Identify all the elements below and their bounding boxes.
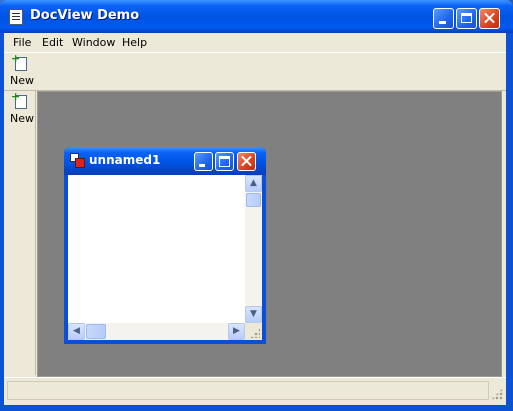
scroll-down-button[interactable]: ▼ xyxy=(245,306,262,323)
vertical-new-button[interactable]: New xyxy=(6,91,36,127)
status-field xyxy=(7,381,489,400)
status-bar xyxy=(4,377,506,404)
title-bar[interactable]: DocView Demo xyxy=(0,0,513,33)
menu-edit[interactable]: Edit xyxy=(42,36,63,49)
new-document-icon xyxy=(11,53,27,71)
child-size-grip[interactable] xyxy=(245,323,262,340)
app-document-icon[interactable] xyxy=(9,9,23,25)
menu-file[interactable]: File xyxy=(13,36,31,49)
horizontal-scroll-thumb[interactable] xyxy=(86,324,106,339)
resize-grip-icon xyxy=(250,328,260,338)
child-maximize-button[interactable] xyxy=(215,152,234,171)
close-button[interactable] xyxy=(479,8,500,29)
close-icon xyxy=(480,9,499,28)
scroll-up-button[interactable]: ▲ xyxy=(245,175,262,192)
child-window: unnamed1 ▲ ▼ ◀ ▶ xyxy=(64,147,266,344)
maximize-icon xyxy=(461,13,472,23)
child-title-bar[interactable]: unnamed1 xyxy=(64,147,266,175)
main-window: DocView Demo File Edit Window Help New xyxy=(0,0,513,411)
maximize-icon xyxy=(219,156,230,167)
minimize-button[interactable] xyxy=(433,8,454,29)
vertical-scroll-thumb[interactable] xyxy=(246,193,261,207)
minimize-icon xyxy=(439,21,446,24)
vertical-new-button-label: New xyxy=(10,112,34,125)
vertical-scrollbar[interactable]: ▲ ▼ xyxy=(245,175,262,323)
child-close-button[interactable] xyxy=(237,152,256,171)
child-minimize-button[interactable] xyxy=(194,152,213,171)
minimize-icon xyxy=(199,164,205,167)
menu-bar: File Edit Window Help xyxy=(4,33,506,53)
document-text-area[interactable] xyxy=(68,175,245,323)
menu-window[interactable]: Window xyxy=(72,36,115,49)
close-icon xyxy=(238,153,255,170)
scroll-right-button[interactable]: ▶ xyxy=(228,323,245,340)
client-area: File Edit Window Help New New xyxy=(4,33,506,405)
horizontal-scrollbar[interactable]: ◀ ▶ xyxy=(68,323,245,340)
vertical-toolbar: New xyxy=(4,91,36,375)
resize-grip-icon[interactable] xyxy=(491,388,503,400)
new-button-label: New xyxy=(10,74,34,87)
maximize-button[interactable] xyxy=(456,8,477,29)
new-document-icon xyxy=(11,91,27,109)
child-client-area: ▲ ▼ ◀ ▶ xyxy=(68,175,262,340)
toolbar: New xyxy=(4,53,506,91)
scroll-left-button[interactable]: ◀ xyxy=(68,323,85,340)
mdi-client-area[interactable]: unnamed1 ▲ ▼ ◀ ▶ xyxy=(37,91,502,377)
menu-help[interactable]: Help xyxy=(122,36,147,49)
document-window-icon[interactable] xyxy=(70,153,85,168)
child-window-title: unnamed1 xyxy=(89,153,161,167)
new-button[interactable]: New xyxy=(6,53,36,89)
window-title: DocView Demo xyxy=(30,8,140,23)
